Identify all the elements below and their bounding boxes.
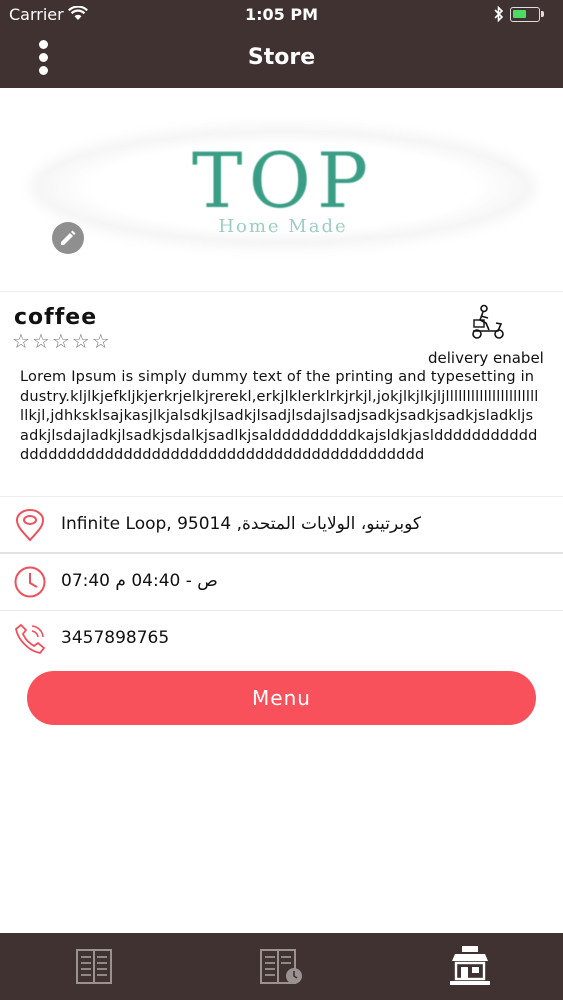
store-description: Lorem Ipsum is simply dummy text of the … [20, 369, 539, 463]
delivery-scooter-icon [472, 304, 504, 339]
menu-button[interactable]: Menu [27, 671, 536, 725]
battery-icon [510, 7, 544, 22]
order-history-icon [260, 949, 302, 984]
phone-icon [15, 623, 46, 654]
status-bar: Carrier 1:05 PM [0, 0, 563, 30]
star-outline-icon[interactable]: ☆ [32, 331, 50, 351]
tab-menu[interactable] [69, 941, 119, 991]
store-logo: TOP Home Made [36, 132, 530, 242]
address-row[interactable]: Infinite Loop, 95014 ,كوبرتينو، الولايات… [0, 496, 563, 552]
status-time: 1:05 PM [244, 5, 318, 24]
menu-list-icon [76, 949, 112, 984]
delivery-status-label: delivery enabel [428, 349, 544, 367]
store-icon [450, 946, 490, 985]
opening-hours-text: 07:40 ص - 04:40 م [61, 571, 218, 591]
rating-stars[interactable]: ☆ ☆ ☆ ☆ ☆ [12, 331, 112, 351]
page-title: Store [247, 45, 316, 70]
logo-subtitle: Home Made [218, 216, 348, 237]
store-name: coffee [14, 305, 98, 330]
phone-row[interactable]: 3457898765 [0, 610, 563, 666]
address-text: Infinite Loop, 95014 ,كوبرتينو، الولايات… [61, 514, 421, 534]
star-outline-icon[interactable]: ☆ [12, 331, 30, 351]
bottom-tab-bar [0, 933, 563, 1000]
edit-logo-button[interactable] [52, 222, 84, 254]
location-pin-icon [15, 509, 45, 542]
tab-store[interactable] [445, 941, 495, 991]
clock-icon [14, 566, 46, 598]
hours-row: 07:40 ص - 04:40 م [0, 552, 563, 608]
pencil-icon [61, 230, 76, 245]
store-logo-area: TOP Home Made [0, 88, 563, 292]
header-bar: Carrier 1:05 PM Store [0, 0, 563, 88]
bluetooth-icon [494, 5, 504, 23]
star-outline-icon[interactable]: ☆ [72, 331, 90, 351]
phone-number-text: 3457898765 [61, 628, 170, 648]
star-outline-icon[interactable]: ☆ [52, 331, 70, 351]
tab-order-history[interactable] [256, 941, 306, 991]
star-outline-icon[interactable]: ☆ [92, 331, 110, 351]
logo-text: TOP [191, 136, 375, 225]
